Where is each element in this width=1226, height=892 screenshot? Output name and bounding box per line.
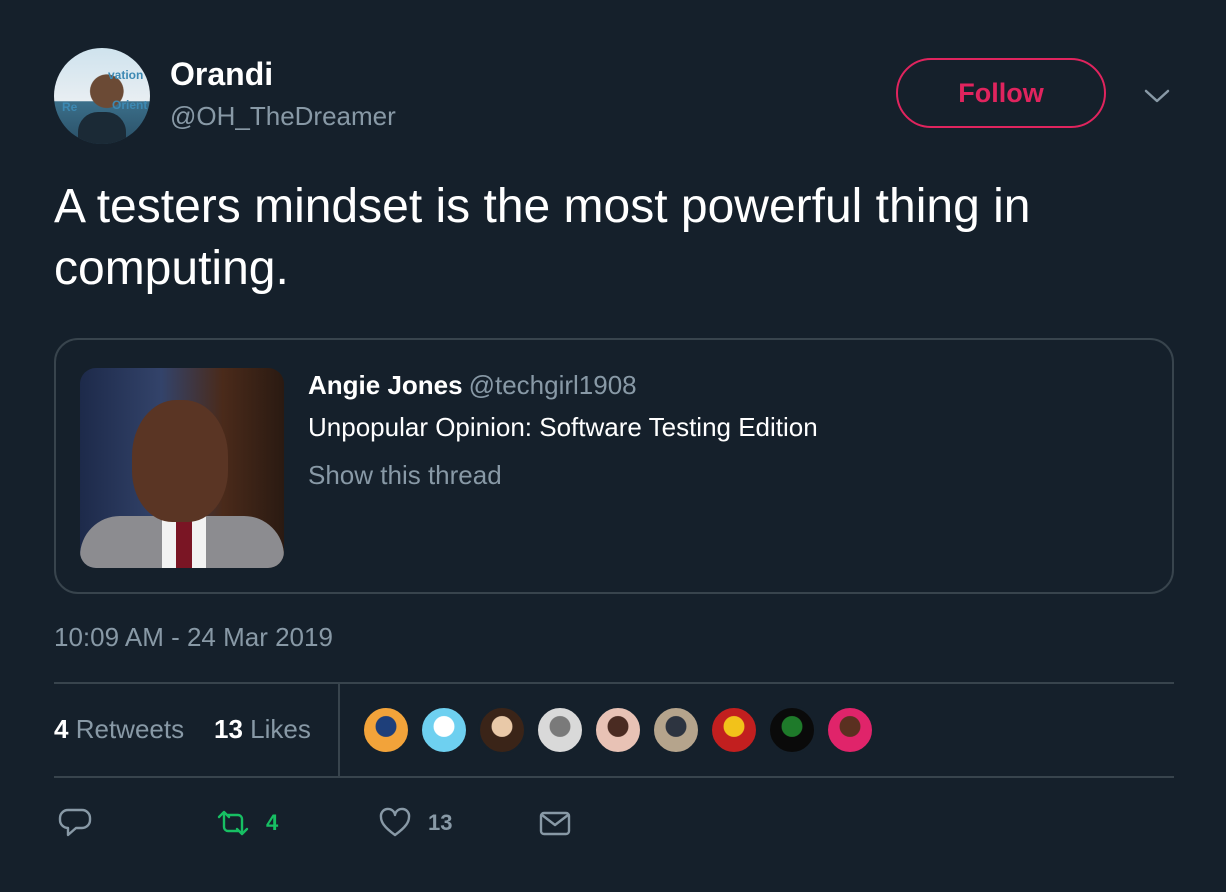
liker-avatar[interactable] bbox=[478, 706, 526, 754]
retweets-stat[interactable]: 4 Retweets bbox=[54, 714, 184, 745]
message-button[interactable] bbox=[538, 806, 572, 840]
mail-icon bbox=[539, 811, 571, 836]
liker-avatar[interactable] bbox=[710, 706, 758, 754]
likes-count: 13 bbox=[214, 714, 243, 744]
reply-icon bbox=[58, 808, 92, 837]
likes-label: Likes bbox=[250, 714, 311, 744]
tweet-text: A testers mindset is the most powerful t… bbox=[54, 180, 1031, 295]
liker-avatar[interactable] bbox=[826, 706, 874, 754]
liker-avatar[interactable] bbox=[594, 706, 642, 754]
chevron-down-icon bbox=[1144, 89, 1170, 103]
retweet-count: 4 bbox=[266, 810, 279, 835]
liker-avatar[interactable] bbox=[362, 706, 410, 754]
reply-button[interactable] bbox=[58, 806, 92, 840]
liker-avatar[interactable] bbox=[536, 706, 584, 754]
liker-avatars bbox=[362, 706, 874, 754]
image-tie bbox=[176, 518, 192, 568]
quoted-tweet-image bbox=[80, 368, 284, 568]
show-thread-link[interactable]: Show this thread bbox=[308, 460, 502, 491]
quoted-author-name: Angie Jones bbox=[308, 370, 463, 400]
author-handle[interactable]: @OH_TheDreamer bbox=[170, 101, 396, 132]
retweets-label: Retweets bbox=[75, 714, 185, 744]
tweet-timestamp[interactable]: 10:09 AM - 24 Mar 2019 bbox=[54, 622, 333, 653]
heart-icon bbox=[379, 807, 411, 837]
follow-button[interactable]: Follow bbox=[896, 58, 1106, 128]
divider-top bbox=[54, 682, 1174, 684]
image-head bbox=[132, 400, 228, 522]
avatar-text: Re bbox=[62, 100, 78, 114]
avatar-text: vation bbox=[108, 68, 144, 82]
retweets-count: 4 bbox=[54, 714, 69, 744]
liker-avatar[interactable] bbox=[420, 706, 468, 754]
liker-avatar[interactable] bbox=[652, 706, 700, 754]
author-name[interactable]: Orandi bbox=[170, 56, 273, 93]
quoted-author: Angie Jones @techgirl1908 bbox=[308, 370, 637, 401]
more-options-button[interactable] bbox=[1143, 84, 1171, 108]
like-count: 13 bbox=[428, 810, 453, 835]
stats-divider bbox=[338, 684, 340, 776]
divider-bottom bbox=[54, 776, 1174, 778]
retweet-button[interactable]: 4 bbox=[216, 806, 278, 840]
avatar-figure bbox=[78, 112, 126, 144]
avatar-text: Orient bbox=[112, 98, 148, 112]
retweet-icon bbox=[217, 810, 249, 836]
like-button[interactable]: 13 bbox=[378, 806, 452, 840]
quoted-tweet-text: Unpopular Opinion: Software Testing Edit… bbox=[308, 412, 818, 442]
likes-stat[interactable]: 13 Likes bbox=[214, 714, 311, 745]
liker-avatar[interactable] bbox=[768, 706, 816, 754]
quoted-tweet-card[interactable]: Angie Jones @techgirl1908 Unpopular Opini… bbox=[54, 338, 1174, 594]
author-avatar[interactable]: vation Re Orient bbox=[54, 48, 150, 144]
quoted-author-handle: @techgirl1908 bbox=[468, 370, 637, 400]
